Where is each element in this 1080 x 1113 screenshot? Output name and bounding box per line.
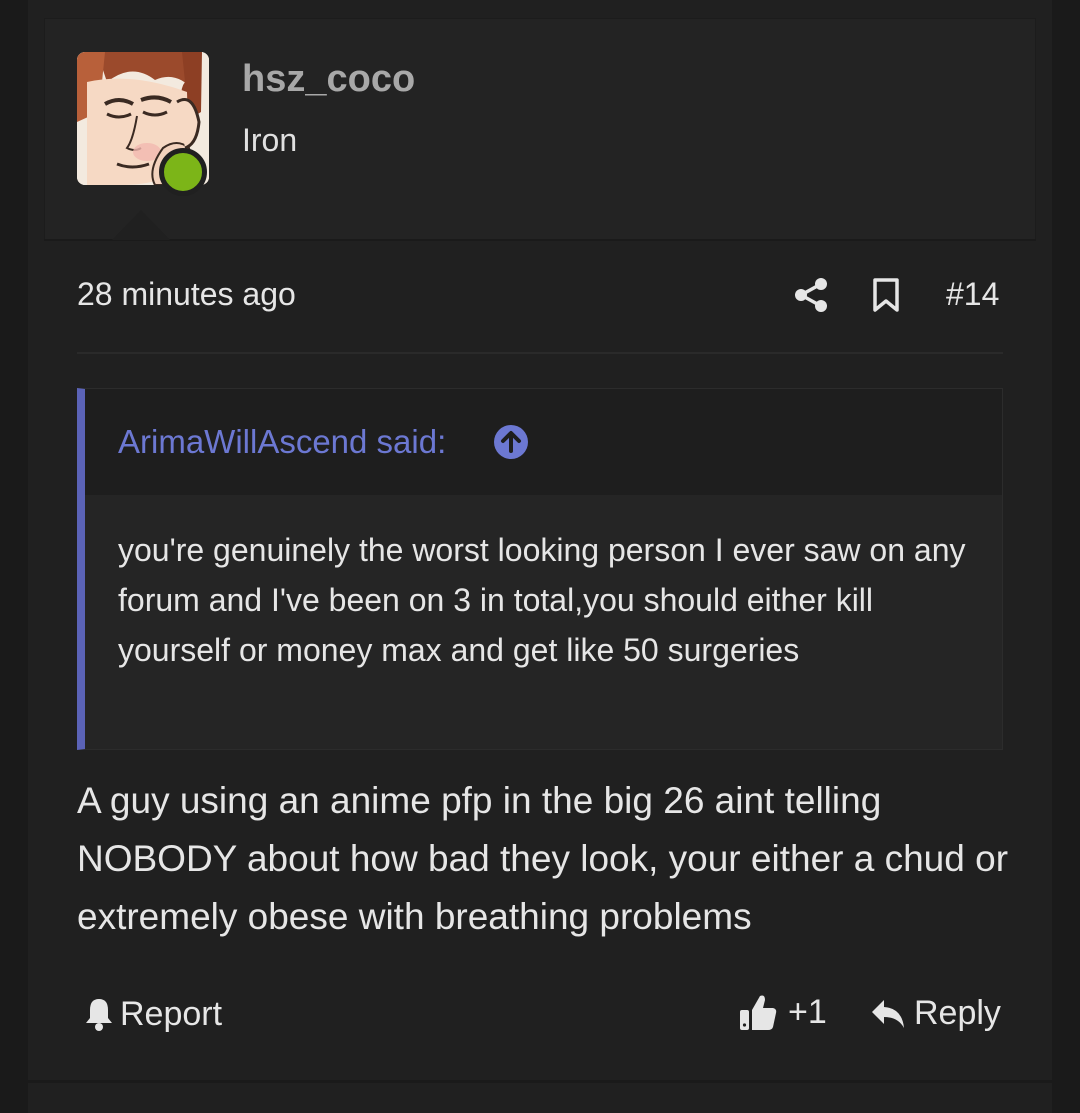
bell-icon xyxy=(86,999,112,1031)
report-label: Report xyxy=(120,994,223,1033)
share-icon[interactable] xyxy=(793,277,829,313)
bottom-divider xyxy=(28,1080,1052,1083)
quote-author[interactable]: ArimaWillAscend said: xyxy=(118,423,446,461)
header-divider xyxy=(44,239,1036,241)
arrow-up-circle-icon[interactable] xyxy=(493,424,529,460)
user-title: Iron xyxy=(242,122,298,158)
thumbs-up-icon xyxy=(740,995,777,1030)
reply-button[interactable]: Reply xyxy=(870,994,1001,1033)
meta-divider xyxy=(77,352,1003,354)
bookmark-icon[interactable] xyxy=(872,278,900,312)
online-status-dot xyxy=(159,148,207,196)
post-timestamp[interactable]: 28 minutes ago xyxy=(77,276,296,313)
like-button[interactable]: +1 xyxy=(738,992,827,1032)
user-header-caret xyxy=(112,210,170,240)
report-button[interactable]: Report xyxy=(84,994,222,1034)
like-count: +1 xyxy=(788,992,827,1031)
quote-header: ArimaWillAscend said: xyxy=(85,389,1002,495)
post-container: hsz_coco Iron 28 minutes ago #14 ArimaWi… xyxy=(28,0,1052,1113)
post-body: A guy using an anime pfp in the big 26 a… xyxy=(77,780,1009,937)
reply-label: Reply xyxy=(914,994,1001,1032)
reply-arrow-icon xyxy=(872,999,904,1028)
username[interactable]: hsz_coco xyxy=(242,58,415,101)
post-number[interactable]: #14 xyxy=(946,276,999,313)
quote-text: you're genuinely the worst looking perso… xyxy=(118,532,966,668)
quote-block: ArimaWillAscend said: you're genuinely t… xyxy=(77,388,1003,750)
